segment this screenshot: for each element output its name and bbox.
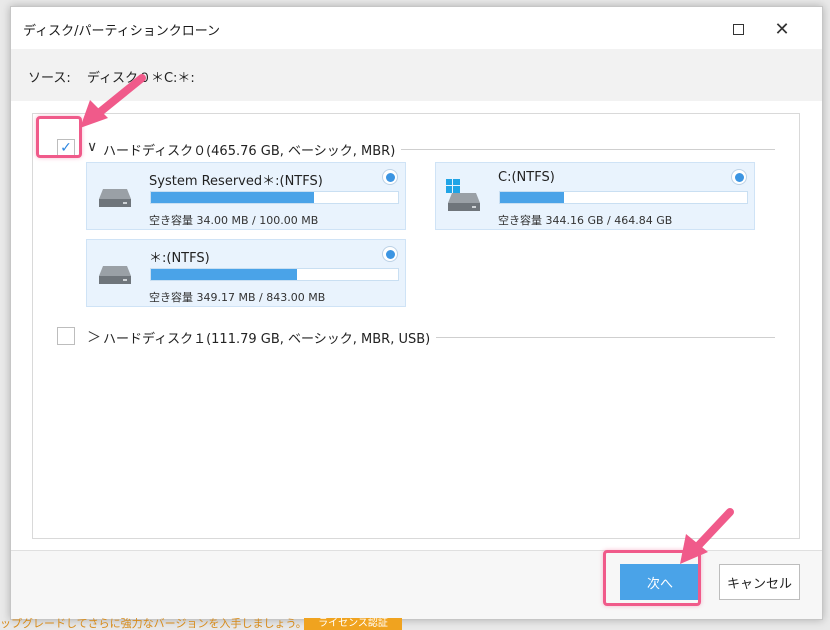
partition-name: C:(NTFS) [498,170,555,185]
partition-free-space: 空き容量 344.16 GB / 464.84 GB [498,214,673,227]
partition-usage-bar [150,268,399,281]
partition-usage-fill [151,269,297,280]
checkbox-highlight-annotation [36,116,82,158]
source-label: ソース: [28,71,71,86]
chevron-down-icon[interactable]: ∨ [87,139,97,155]
partition-radio[interactable] [382,246,398,262]
radio-dot [385,249,395,259]
drive-icon [99,189,131,207]
drive-icon [448,193,480,211]
partition-usage-bar [499,191,748,204]
disk-1-label: ハードディスク１(111.79 GB, ベーシック, MBR, USB) [103,328,437,347]
maximize-icon [732,23,744,35]
disk-1-checkbox[interactable] [57,327,75,345]
maximize-button[interactable] [723,15,753,43]
partition-usage-fill [151,192,315,203]
partition-free-space: 空き容量 34.00 MB / 100.00 MB [149,214,319,227]
partition-radio[interactable] [382,169,398,185]
partition-name: ＊:(NTFS) [149,251,210,266]
radio-dot [385,172,395,182]
upgrade-banner: ップグレードしてさらに強力なバージョンを入手しましょう。 ライセンス認証 [0,618,830,630]
pointer-arrow-icon [80,74,146,128]
close-button[interactable]: ✕ [767,15,797,43]
title-bar: ディスク/パーティションクローン ✕ [11,7,822,49]
window-title: ディスク/パーティションクローン [23,24,221,39]
partition-usage-fill [500,192,565,203]
close-icon: ✕ [774,18,790,40]
pointer-arrow-icon [680,508,734,564]
disk-list-panel: ✓ ∨ ハードディスク０(465.76 GB, ベーシック, MBR) Syst… [32,113,800,539]
disk-0-label: ハードディスク０(465.76 GB, ベーシック, MBR) [103,140,402,159]
upgrade-text: ップグレードしてさらに強力なバージョンを入手しましょう。 [0,618,307,630]
partition-card-c[interactable]: C:(NTFS) 空き容量 344.16 GB / 464.84 GB [435,162,755,230]
partition-free-space: 空き容量 349.17 MB / 843.00 MB [149,291,326,304]
license-badge[interactable]: ライセンス認証 [304,618,402,630]
drive-icon [99,266,131,284]
disk-row-1: ＞ ハードディスク１(111.79 GB, ベーシック, MBR, USB) [33,325,799,349]
partition-radio[interactable] [731,169,747,185]
partition-usage-bar [150,191,399,204]
disk-row-0: ✓ ∨ ハードディスク０(465.76 GB, ベーシック, MBR) [33,137,799,161]
radio-dot [734,172,744,182]
cancel-button[interactable]: キャンセル [719,564,800,600]
chevron-right-icon[interactable]: ＞ [87,327,101,347]
partition-card-unlettered[interactable]: ＊:(NTFS) 空き容量 349.17 MB / 843.00 MB [86,239,406,307]
partition-name: System Reserved＊:(NTFS) [149,174,323,189]
partition-card-system-reserved[interactable]: System Reserved＊:(NTFS) 空き容量 34.00 MB / … [86,162,406,230]
